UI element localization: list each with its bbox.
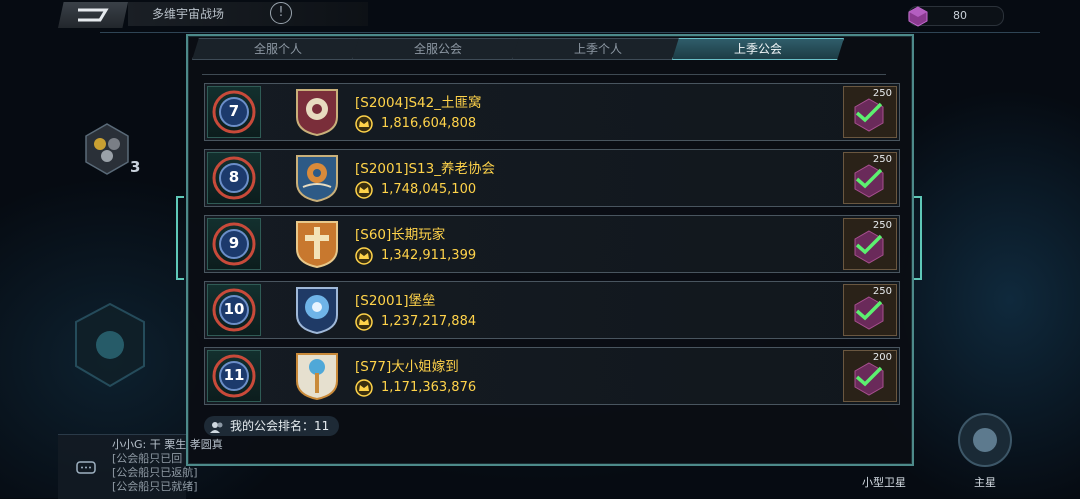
back-arrow-icon [78, 8, 109, 22]
reward-count: 250 [872, 154, 892, 165]
guild-emblem-icon [296, 221, 338, 269]
score-crown-icon [355, 379, 373, 397]
rank-badge: 9 [207, 218, 261, 270]
side-badge-count: 3 [130, 158, 141, 176]
chat-line: [公会船只已就绪] [112, 480, 198, 493]
reward-box[interactable]: 250 [843, 152, 897, 204]
tab-last-season-guild[interactable]: 上季公会 [672, 38, 844, 60]
reward-box[interactable]: 250 [843, 284, 897, 336]
guild-emblem-icon [296, 287, 338, 335]
resource-counter: 80 [908, 6, 1004, 27]
score-crown-icon [355, 313, 373, 331]
guild-score: 1,171,363,876 [381, 380, 477, 395]
score-crown-icon [355, 181, 373, 199]
divider [100, 32, 1040, 33]
page-title: 多维宇宙战场 [152, 7, 225, 21]
rank-badge: 11 [207, 350, 261, 402]
reward-count: 250 [872, 220, 892, 231]
back-button[interactable] [58, 2, 128, 28]
reward-box[interactable]: 250 [843, 86, 897, 138]
side-orb-icon [75, 302, 145, 388]
guild-name: [S2004]S42_土匪窝 [355, 95, 482, 111]
panel-bracket-left [176, 196, 184, 280]
hex-cluster-icon[interactable] [82, 122, 132, 178]
score-crown-icon [355, 115, 373, 133]
main-star-label[interactable]: 主星 [974, 474, 996, 490]
my-guild-rank: 我的公会排名：11 [204, 416, 340, 436]
chat-messages: 小小G: 干 栗生 孝圆真 [公会船只已回 [公会船只已返航] [公会船只已就绪… [112, 438, 223, 494]
rank-number: 10 [223, 300, 245, 318]
reward-box[interactable]: 250 [843, 218, 897, 270]
guild-name: [S2001]堡垒 [355, 293, 436, 309]
check-icon [855, 366, 883, 387]
ranking-row[interactable]: 8 [S2001]S13_养老协会 1,748,045,100 250 [204, 149, 900, 207]
guild-score: 1,748,045,100 [381, 182, 477, 197]
rank-badge: 7 [207, 86, 261, 138]
guild-name: [S77]大小姐嫁到 [355, 359, 459, 375]
tab-bar: 全服个人 全服公会 上季个人 上季公会 [192, 38, 908, 60]
tab-server-personal[interactable]: 全服个人 [192, 38, 364, 60]
chat-line: [公会船只已回 [112, 452, 183, 465]
ranking-panel: 全服个人 全服公会 上季个人 上季公会 7 [S2004]S42_土匪窝 1,8… [186, 34, 914, 466]
reward-count: 250 [872, 286, 892, 297]
check-icon [855, 168, 883, 189]
tab-last-season-personal[interactable]: 上季个人 [512, 38, 684, 60]
guild-emblem-icon [296, 155, 338, 203]
reward-box[interactable]: 200 [843, 350, 897, 402]
top-bar: 多维宇宙战场 ! 80 [0, 0, 1080, 34]
ranking-row[interactable]: 9 [S60]长期玩家 1,342,911,399 250 [204, 215, 900, 273]
users-icon [210, 421, 223, 433]
ranking-row[interactable]: 11 [S77]大小姐嫁到 1,171,363,876 200 [204, 347, 900, 405]
rank-badge: 10 [207, 284, 261, 336]
gem-cube-icon [908, 6, 928, 27]
ranking-row[interactable]: 7 [S2004]S42_土匪窝 1,816,604,808 250 [204, 83, 900, 141]
chat-line: 小小G: 干 栗生 孝圆真 [112, 438, 223, 451]
reward-count: 200 [872, 352, 892, 363]
reward-count: 250 [872, 88, 892, 99]
guild-name: [S2001]S13_养老协会 [355, 161, 495, 177]
chat-line: [公会船只已返航] [112, 466, 198, 479]
guild-score: 1,237,217,884 [381, 314, 477, 329]
rank-number: 7 [228, 102, 240, 120]
check-icon [855, 300, 883, 321]
rank-number: 11 [223, 366, 245, 384]
info-icon[interactable]: ! [270, 2, 292, 24]
rank-number: 9 [228, 234, 240, 252]
resource-value: 80 [953, 9, 967, 22]
chat-icon[interactable] [76, 461, 96, 477]
check-icon [855, 234, 883, 255]
satellite-label[interactable]: 小型卫星 [862, 474, 906, 490]
ranking-row[interactable]: 10 [S2001]堡垒 1,237,217,884 250 [204, 281, 900, 339]
guild-score: 1,816,604,808 [381, 116, 477, 131]
divider [202, 74, 886, 75]
guild-emblem-icon [296, 89, 338, 137]
panel-bracket-right [914, 196, 922, 280]
guild-name: [S60]长期玩家 [355, 227, 446, 243]
rank-number: 8 [228, 168, 240, 186]
check-icon [855, 102, 883, 123]
guild-score: 1,342,911,399 [381, 248, 477, 263]
guild-emblem-icon [296, 353, 338, 401]
score-crown-icon [355, 247, 373, 265]
main-star-icon[interactable] [955, 410, 1015, 470]
tab-server-guild[interactable]: 全服公会 [352, 38, 524, 60]
rank-badge: 8 [207, 152, 261, 204]
my-rank-label: 我的公会排名：11 [230, 419, 330, 433]
